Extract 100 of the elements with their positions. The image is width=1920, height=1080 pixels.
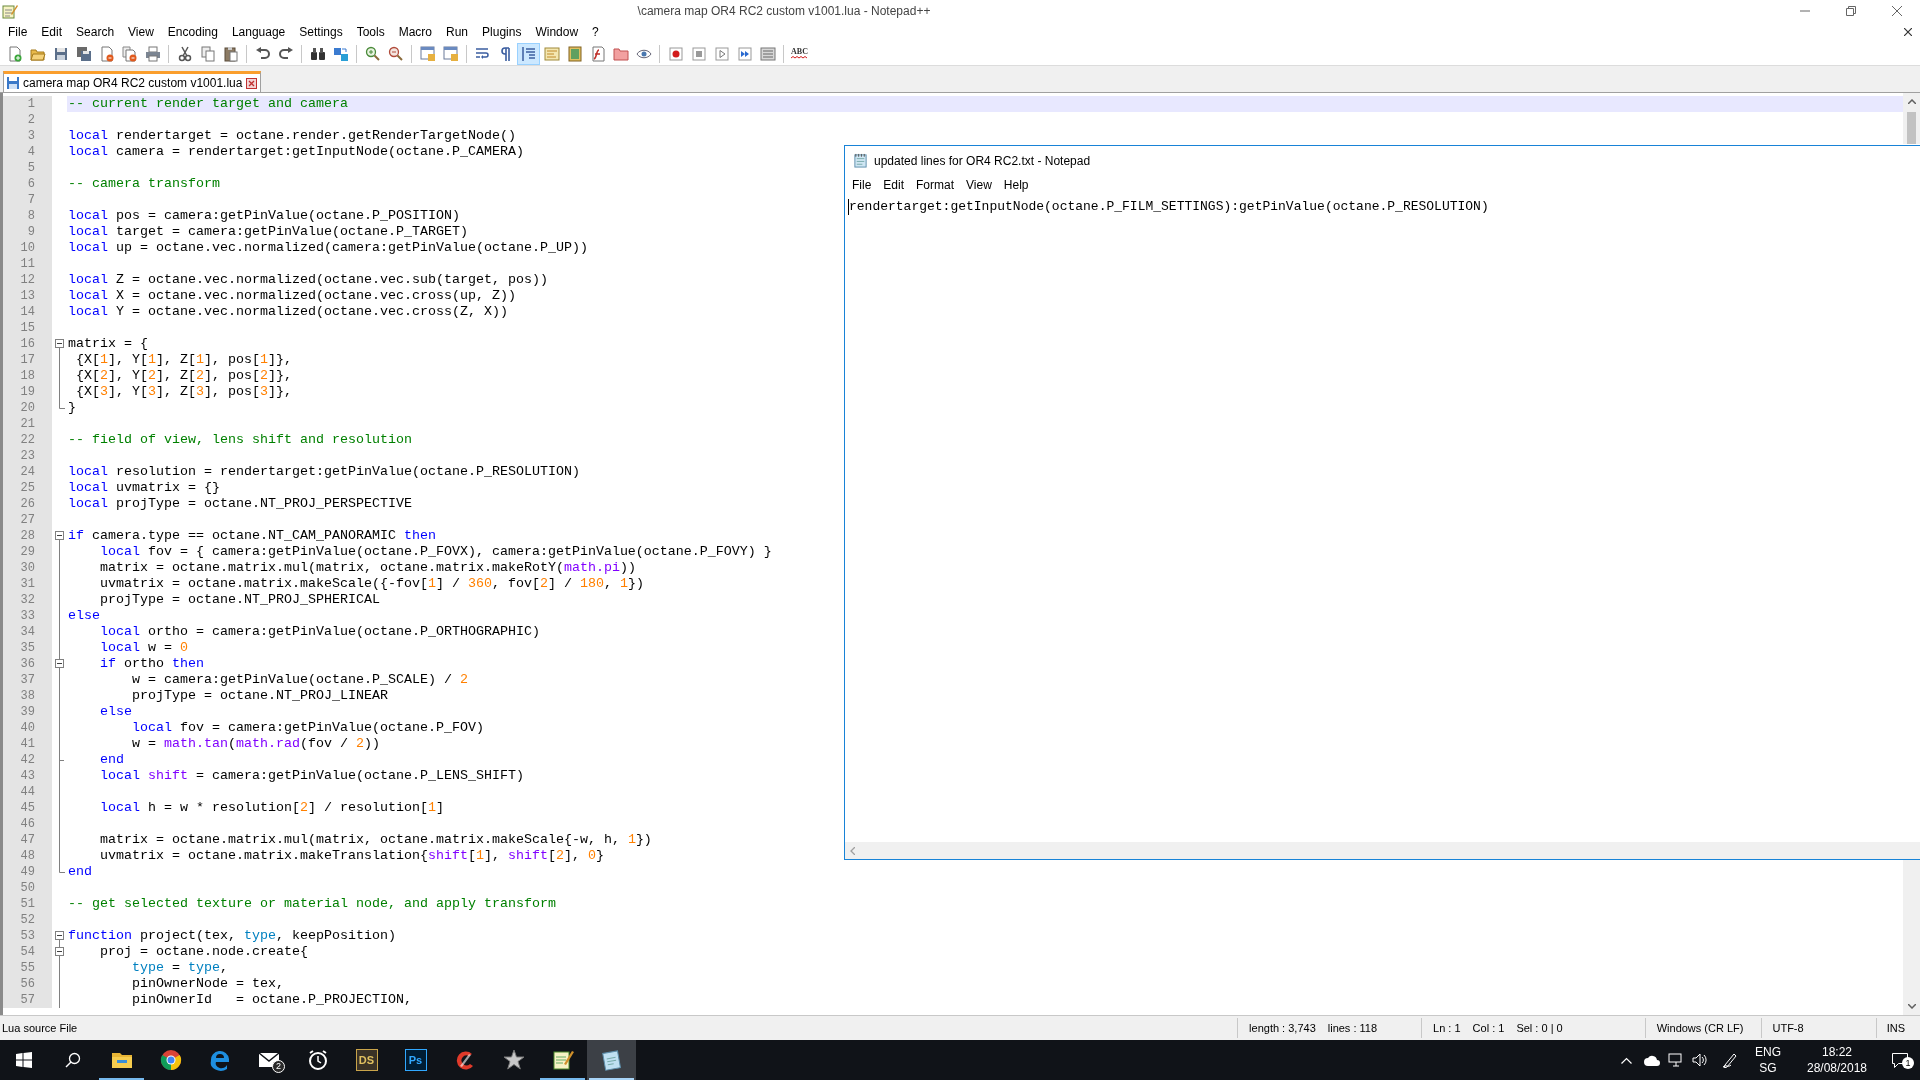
code-line: local h = w * resolution[2] / resolution[1] (99, 800, 444, 815)
code-line: function project(tex, type, keepPosition) (68, 928, 396, 943)
menu-item[interactable]: Encoding (160, 23, 225, 41)
status-text: Lua source File (1, 1020, 78, 1036)
code-line: local X = octane.vec.normalized(octane.vec.cross(up, Z)) (68, 288, 516, 303)
taskbar-button[interactable]: Ps (391, 1040, 440, 1080)
code-line: projType = octane.NT_PROJ_LINEAR (131, 688, 388, 703)
scroll-up-icon[interactable] (1907, 99, 1916, 104)
line-number: 1 (3, 96, 52, 112)
line-number: 56 (3, 976, 52, 992)
line-number: 7 (3, 192, 52, 208)
menu-item[interactable]: Edit (34, 23, 70, 41)
app-icon: Ps (404, 1049, 427, 1071)
line-number: 52 (3, 912, 52, 928)
code-line: local fov = camera:getPinValue(octane.P_FOV) (131, 720, 484, 735)
menu-item[interactable]: ? (585, 23, 606, 41)
line-number: 53 (3, 928, 52, 944)
code-line: local projType = octane.NT_PROJ_PERSPECTIVE (68, 496, 412, 511)
line-number: 3 (3, 128, 52, 144)
chevron-up-icon[interactable] (1621, 1056, 1632, 1064)
menu-item[interactable]: Run (439, 23, 476, 41)
scroll-down-icon[interactable] (1907, 1004, 1916, 1009)
menu-item[interactable]: Language (224, 23, 293, 41)
line-number: 50 (3, 880, 52, 896)
fold-toggle-icon[interactable] (55, 931, 64, 944)
code-line: local camera = rendertarget:getInputNode(octane.P_CAMERA) (68, 144, 524, 159)
code-line: local target = camera:getPinValue(octane.P_TARGET) (68, 224, 468, 239)
code-line: -- current render target and camera (68, 96, 348, 111)
line-number: 49 (3, 864, 52, 880)
line-number: 22 (3, 432, 52, 448)
line-number: 14 (3, 304, 52, 320)
status-text: Windows (CR LF) (1656, 1020, 1744, 1036)
search-icon (64, 1052, 81, 1068)
printer-icon (144, 45, 161, 62)
fold-toggle-icon[interactable] (55, 944, 64, 960)
copy-icon (199, 45, 216, 62)
clipboard-icon (222, 45, 239, 62)
taskbar-button[interactable] (587, 1040, 636, 1080)
status-text: Sel : 0 | 0 (1516, 1020, 1563, 1036)
scissors-icon (176, 45, 193, 62)
status-text: Col : 1 (1472, 1020, 1505, 1036)
fold-toggle-icon[interactable] (55, 656, 64, 672)
menu-item[interactable]: View (121, 23, 161, 41)
menu-item[interactable]: File (846, 176, 878, 194)
line-number: 25 (3, 480, 52, 496)
horizontal-scrollbar[interactable] (845, 842, 1920, 859)
line-number: 46 (3, 816, 52, 832)
menu-item[interactable]: Search (69, 23, 122, 41)
code-line: pinOwnerId = octane.P_PROJECTION, (131, 992, 412, 1007)
clock-date[interactable]: 28/08/2018 (1806, 1060, 1868, 1076)
line-number: 44 (3, 784, 52, 800)
code-line: {X[1], Y[1], Z[1], pos[1]}, (75, 352, 292, 367)
close-tab-icon[interactable] (246, 77, 258, 89)
language-indicator[interactable]: ENG (1755, 1044, 1781, 1060)
fold-toggle-icon[interactable] (55, 339, 64, 352)
line-number: 42 (3, 752, 52, 768)
toolbar-button[interactable]: ABC (788, 42, 811, 65)
line-number: 9 (3, 224, 52, 240)
menu-item[interactable]: Tools (349, 23, 392, 41)
scroll-thumb[interactable] (1907, 112, 1916, 144)
notification-button[interactable]: 1 (1880, 1040, 1920, 1080)
clock-time[interactable]: 18:22 (1822, 1044, 1852, 1060)
network-icon[interactable] (1668, 1053, 1684, 1067)
scrollbar[interactable] (1903, 860, 1920, 1015)
menu-item[interactable]: File (1, 23, 35, 41)
close-document-icon[interactable] (1904, 28, 1912, 36)
notepad-pen-icon (550, 1048, 575, 1072)
region-indicator[interactable]: SG (1759, 1060, 1777, 1076)
menu-item[interactable]: Format (910, 176, 961, 194)
line-number: 19 (3, 384, 52, 400)
text-content[interactable]: rendertarget:getInputNode(octane.P_FILM_SETTINGS):getPinValue(octane.P_RESOLUTION) (849, 198, 1489, 216)
fold-toggle-icon[interactable] (55, 531, 64, 544)
status-text: Ln : 1 (1433, 1020, 1461, 1036)
code-line: local fov = { camera:getPinValue(octane.P_FOVX), camera:getPinValue(octane.P_FOVY) } (99, 544, 772, 559)
file-tab[interactable]: camera map OR4 RC2 custom v1001.lua (3, 71, 262, 92)
menu-item[interactable]: View (960, 176, 998, 194)
line-number: 57 (3, 992, 52, 1008)
cloud-icon[interactable] (1644, 1054, 1660, 1066)
window-lock-icon (442, 45, 459, 62)
menu-item[interactable]: Window (528, 23, 586, 41)
menu-item[interactable]: Settings (292, 23, 350, 41)
taskbar-button[interactable]: DS (342, 1040, 391, 1080)
speaker-icon[interactable] (1692, 1053, 1708, 1067)
pen-icon[interactable] (1722, 1052, 1738, 1068)
taskbar-button[interactable]: 2 (244, 1040, 293, 1080)
line-number: 6 (3, 176, 52, 192)
menu-item[interactable]: Edit (877, 176, 911, 194)
code-line: local Y = octane.vec.normalized(octane.vec.cross(Z, X)) (68, 304, 508, 319)
line-number: 29 (3, 544, 52, 560)
line-number: 16 (3, 336, 52, 352)
code-line: uvmatrix = octane.matrix.makeTranslation{shift[1], shift[2], 0} (99, 848, 604, 863)
menu-item[interactable]: Help (997, 176, 1035, 194)
line-number: 15 (3, 320, 52, 336)
line-number: 30 (3, 560, 52, 576)
menu-item[interactable]: Macro (391, 23, 439, 41)
scrollbar[interactable] (1903, 93, 1920, 144)
code-line: else (68, 608, 100, 623)
code-line: local uvmatrix = {} (68, 480, 220, 495)
replace-icon (332, 45, 349, 62)
menu-item[interactable]: Plugins (475, 23, 529, 41)
